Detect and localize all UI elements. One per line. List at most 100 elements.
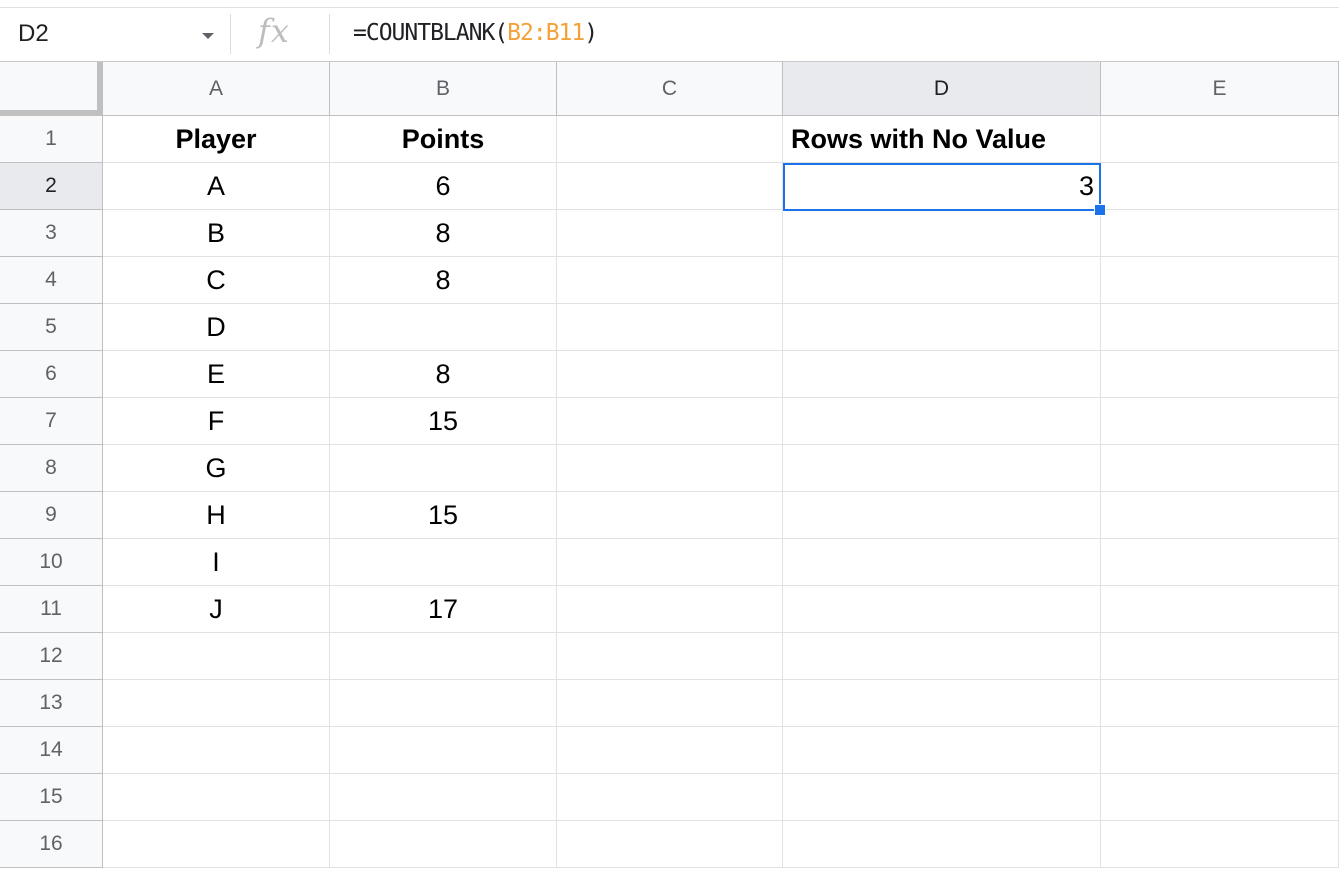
cell-b5[interactable]: [330, 304, 557, 351]
row-header-10[interactable]: 10: [0, 539, 103, 586]
cell-c14[interactable]: [557, 727, 783, 774]
cell-d11[interactable]: [783, 586, 1101, 633]
cell-a8[interactable]: G: [103, 445, 330, 492]
cell-e14[interactable]: [1101, 727, 1339, 774]
column-header-e[interactable]: E: [1101, 62, 1339, 116]
row-header-1[interactable]: 1: [0, 116, 103, 163]
cell-b10[interactable]: [330, 539, 557, 586]
cell-a16[interactable]: [103, 821, 330, 868]
cell-c15[interactable]: [557, 774, 783, 821]
cell-b15[interactable]: [330, 774, 557, 821]
cell-b11[interactable]: 17: [330, 586, 557, 633]
cell-d6[interactable]: [783, 351, 1101, 398]
cell-e16[interactable]: [1101, 821, 1339, 868]
cell-b8[interactable]: [330, 445, 557, 492]
cell-b2[interactable]: 6: [330, 163, 557, 210]
cell-d9[interactable]: [783, 492, 1101, 539]
cell-a14[interactable]: [103, 727, 330, 774]
cell-e15[interactable]: [1101, 774, 1339, 821]
cell-a12[interactable]: [103, 633, 330, 680]
cell-c16[interactable]: [557, 821, 783, 868]
cell-e10[interactable]: [1101, 539, 1339, 586]
column-header-a[interactable]: A: [103, 62, 330, 116]
select-all-corner[interactable]: [0, 62, 103, 116]
cell-c9[interactable]: [557, 492, 783, 539]
cell-d8[interactable]: [783, 445, 1101, 492]
cell-e7[interactable]: [1101, 398, 1339, 445]
cell-c4[interactable]: [557, 257, 783, 304]
cell-e8[interactable]: [1101, 445, 1339, 492]
frozen-row-handle[interactable]: [0, 110, 102, 115]
cell-b12[interactable]: [330, 633, 557, 680]
frozen-column-handle[interactable]: [97, 62, 102, 115]
cell-a13[interactable]: [103, 680, 330, 727]
row-header-2[interactable]: 2: [0, 163, 103, 210]
cell-d1[interactable]: Rows with No Value: [783, 116, 1101, 163]
row-header-5[interactable]: 5: [0, 304, 103, 351]
row-header-4[interactable]: 4: [0, 257, 103, 304]
cell-d10[interactable]: [783, 539, 1101, 586]
cell-d4[interactable]: [783, 257, 1101, 304]
cell-d16[interactable]: [783, 821, 1101, 868]
row-header-7[interactable]: 7: [0, 398, 103, 445]
cell-a3[interactable]: B: [103, 210, 330, 257]
cell-d14[interactable]: [783, 727, 1101, 774]
cell-e4[interactable]: [1101, 257, 1339, 304]
cell-c2[interactable]: [557, 163, 783, 210]
row-header-6[interactable]: 6: [0, 351, 103, 398]
fill-handle[interactable]: [1094, 204, 1106, 216]
cell-b3[interactable]: 8: [330, 210, 557, 257]
column-header-b[interactable]: B: [330, 62, 557, 116]
cell-a9[interactable]: H: [103, 492, 330, 539]
row-header-13[interactable]: 13: [0, 680, 103, 727]
row-header-16[interactable]: 16: [0, 821, 103, 868]
row-header-11[interactable]: 11: [0, 586, 103, 633]
cell-c11[interactable]: [557, 586, 783, 633]
cell-e2[interactable]: [1101, 163, 1339, 210]
cell-a4[interactable]: C: [103, 257, 330, 304]
cell-a10[interactable]: I: [103, 539, 330, 586]
row-header-15[interactable]: 15: [0, 774, 103, 821]
cell-c13[interactable]: [557, 680, 783, 727]
cell-a7[interactable]: F: [103, 398, 330, 445]
cell-d5[interactable]: [783, 304, 1101, 351]
cell-d7[interactable]: [783, 398, 1101, 445]
cell-b6[interactable]: 8: [330, 351, 557, 398]
cell-d13[interactable]: [783, 680, 1101, 727]
cell-d3[interactable]: [783, 210, 1101, 257]
cell-b9[interactable]: 15: [330, 492, 557, 539]
cell-b7[interactable]: 15: [330, 398, 557, 445]
cell-e3[interactable]: [1101, 210, 1339, 257]
cell-e11[interactable]: [1101, 586, 1339, 633]
cell-c12[interactable]: [557, 633, 783, 680]
cell-d12[interactable]: [783, 633, 1101, 680]
cell-e6[interactable]: [1101, 351, 1339, 398]
cell-a1[interactable]: Player: [103, 116, 330, 163]
cell-e12[interactable]: [1101, 633, 1339, 680]
name-box[interactable]: D2: [0, 10, 226, 58]
cell-c1[interactable]: [557, 116, 783, 163]
chevron-down-icon[interactable]: [202, 33, 214, 39]
cell-c3[interactable]: [557, 210, 783, 257]
cell-e5[interactable]: [1101, 304, 1339, 351]
cell-d2[interactable]: 3: [783, 163, 1101, 210]
cell-b16[interactable]: [330, 821, 557, 868]
cell-a11[interactable]: J: [103, 586, 330, 633]
cell-e1[interactable]: [1101, 116, 1339, 163]
cell-b13[interactable]: [330, 680, 557, 727]
row-header-8[interactable]: 8: [0, 445, 103, 492]
cell-a15[interactable]: [103, 774, 330, 821]
cell-b1[interactable]: Points: [330, 116, 557, 163]
cell-c6[interactable]: [557, 351, 783, 398]
cell-a5[interactable]: D: [103, 304, 330, 351]
row-header-14[interactable]: 14: [0, 727, 103, 774]
row-header-3[interactable]: 3: [0, 210, 103, 257]
cell-c8[interactable]: [557, 445, 783, 492]
cell-e9[interactable]: [1101, 492, 1339, 539]
cell-e13[interactable]: [1101, 680, 1339, 727]
row-header-12[interactable]: 12: [0, 633, 103, 680]
formula-input[interactable]: =COUNTBLANK(B2:B11): [353, 20, 598, 46]
cell-c7[interactable]: [557, 398, 783, 445]
cell-c5[interactable]: [557, 304, 783, 351]
cell-d15[interactable]: [783, 774, 1101, 821]
